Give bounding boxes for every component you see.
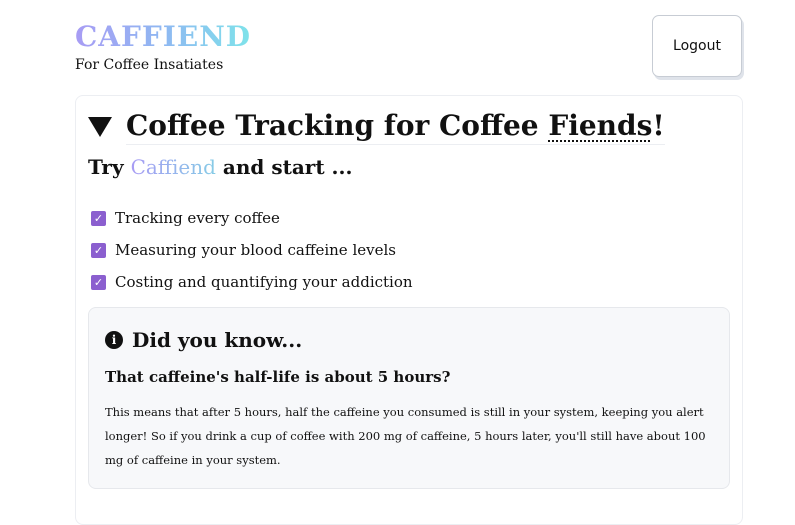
try-brand: Caffiend (130, 155, 216, 179)
info-icon: i (105, 331, 123, 349)
feature-label: Costing and quantifying your addiction (115, 273, 413, 291)
list-item: ✓ Costing and quantifying your addiction (91, 266, 413, 298)
try-prefix: Try (88, 155, 131, 179)
tagline: For Coffee Insatiates (75, 57, 224, 73)
checkbox-checked-icon: ✓ (91, 274, 106, 290)
info-header: i Did you know... (105, 328, 302, 352)
info-body: This means that after 5 hours, half the … (105, 405, 706, 467)
try-heading: Try Caffiend and start ... (88, 155, 352, 179)
checkbox-checked-icon: ✓ (91, 242, 106, 258)
info-subtitle: That caffeine's half-life is about 5 hou… (105, 368, 451, 386)
title-emphasis: Fiends (548, 109, 653, 142)
title-suffix: ! (652, 109, 665, 142)
did-you-know-box: i Did you know... That caffeine's half-l… (88, 307, 730, 489)
feature-list: ✓ Tracking every coffee ✓ Measuring your… (91, 202, 413, 298)
list-item: ✓ Measuring your blood caffeine levels (91, 234, 413, 266)
info-title: Did you know... (132, 328, 303, 352)
feature-label: Tracking every coffee (115, 209, 280, 227)
list-item: ✓ Tracking every coffee (91, 202, 413, 234)
app-header: CAFFIEND For Coffee Insatiates (75, 18, 251, 73)
disclosure-triangle-icon[interactable] (88, 116, 112, 137)
logout-button[interactable]: Logout (652, 15, 742, 77)
collapsible-summary[interactable]: Coffee Tracking for Coffee Fiends! (88, 108, 665, 145)
brand-logo: CAFFIEND (75, 18, 251, 56)
checkbox-checked-icon: ✓ (91, 210, 106, 226)
try-suffix: and start ... (215, 155, 353, 179)
feature-label: Measuring your blood caffeine levels (115, 241, 396, 259)
page-title: Coffee Tracking for Coffee Fiends! (126, 108, 665, 145)
title-prefix: Coffee Tracking for Coffee (126, 109, 549, 142)
